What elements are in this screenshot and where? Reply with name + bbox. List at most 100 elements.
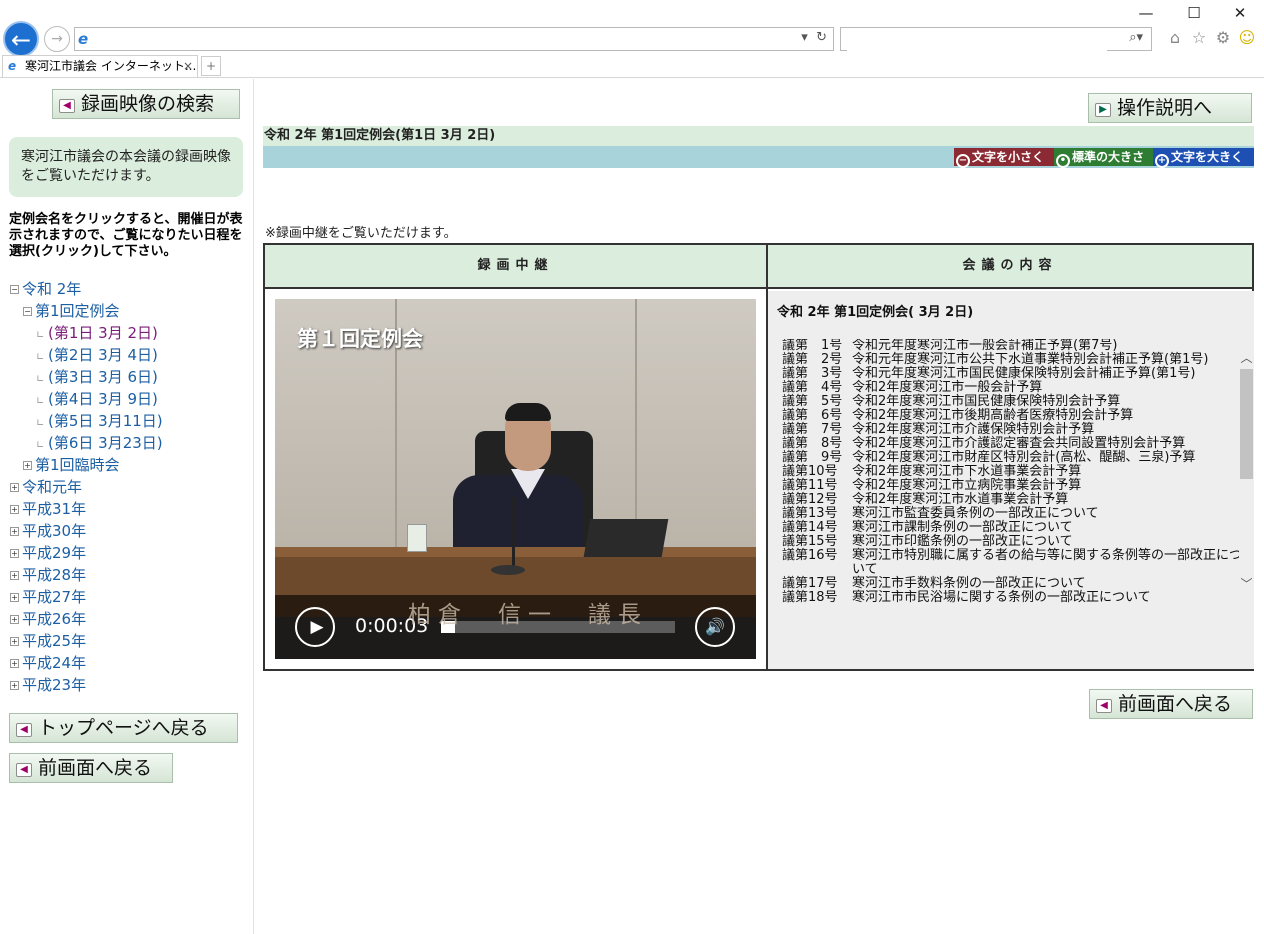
top-page-button[interactable]: ◀ トップページへ戻る — [9, 713, 238, 743]
minimize-icon[interactable]: — — [1128, 4, 1164, 22]
agenda-number: 議第10号 — [782, 464, 838, 479]
tree-item-label[interactable]: (第5日 3月11日) — [48, 412, 163, 430]
tree-item[interactable]: ∟ (第2日 3月 4日) — [10, 344, 163, 366]
tree-item[interactable]: + 平成27年 — [10, 586, 163, 608]
play-button[interactable]: ▶ — [295, 607, 335, 647]
left-back-button[interactable]: ◀ 前画面へ戻る — [9, 753, 173, 783]
tree-item[interactable]: + 平成30年 — [10, 520, 163, 542]
browser-tab[interactable]: e 寒河江市議会 インターネット... × — [2, 55, 198, 77]
address-bar[interactable]: e ▾ ↻ — [74, 27, 834, 51]
collapse-icon[interactable]: − — [23, 307, 32, 316]
search-input[interactable] — [847, 28, 1107, 51]
agenda-number: 議第11号 — [782, 478, 838, 493]
refresh-icon[interactable]: ↻ — [816, 30, 827, 45]
search-box[interactable]: ⌕▾ — [840, 27, 1152, 51]
tree-item-label[interactable]: (第4日 3月 9日) — [48, 390, 158, 408]
agenda-scrollbar[interactable]: ︿ ﹀ — [1239, 339, 1254, 605]
back-button[interactable]: ← — [3, 21, 39, 57]
scroll-up-icon[interactable]: ︿ — [1239, 351, 1254, 365]
tree-item-label[interactable]: 第1回定例会 — [35, 302, 120, 320]
tree-item-label[interactable]: 平成26年 — [22, 610, 86, 628]
expand-icon[interactable]: + — [10, 659, 19, 668]
tree-item[interactable]: ∟ (第5日 3月11日) — [10, 410, 163, 432]
tree-item[interactable]: + 平成31年 — [10, 498, 163, 520]
tree-item-label[interactable]: 平成23年 — [22, 676, 86, 694]
tree-item-label[interactable]: 平成30年 — [22, 522, 86, 540]
font-normal-button[interactable]: • 標準の大きさ — [1054, 148, 1153, 168]
help-button[interactable]: ▶ 操作説明へ — [1088, 93, 1252, 123]
agenda-number: 議第 8号 — [782, 436, 843, 451]
close-window-icon[interactable]: ✕ — [1222, 4, 1258, 22]
tree-item-label[interactable]: 令和 2年 — [22, 280, 81, 298]
tree-item-label[interactable]: 平成28年 — [22, 566, 86, 584]
agenda-number: 議第 1号 — [782, 339, 843, 353]
tree-item[interactable]: + 平成28年 — [10, 564, 163, 586]
agenda-text: 寒河江市特別職に属する者の給与等に関する条例等の一部改正について — [852, 548, 1243, 577]
tree-item[interactable]: ∟ (第6日 3月23日) — [10, 432, 163, 454]
tree-item[interactable]: + 平成25年 — [10, 630, 163, 652]
ie-logo-icon: e — [8, 59, 17, 73]
agenda-list[interactable]: 議第 1号 令和元年度寒河江市一般会計補正予算(第7号) 議第 2号 令和元年度寒河江… — [782, 339, 1252, 621]
scroll-thumb[interactable] — [1240, 369, 1253, 479]
tree-item-label[interactable]: 第1回臨時会 — [35, 456, 120, 474]
scroll-down-icon[interactable]: ﹀ — [1239, 577, 1254, 591]
tree-item[interactable]: − 令和 2年 — [10, 278, 163, 300]
settings-gear-icon[interactable]: ⚙ — [1212, 28, 1234, 47]
tree-item[interactable]: + 令和元年 — [10, 476, 163, 498]
tree-item-label[interactable]: 令和元年 — [22, 478, 82, 496]
tree-item-label[interactable]: (第2日 3月 4日) — [48, 346, 158, 364]
close-tab-icon[interactable]: × — [183, 56, 193, 77]
tree-item[interactable]: + 平成24年 — [10, 652, 163, 674]
tree-item-label[interactable]: (第1日 3月 2日) — [48, 324, 158, 342]
tree-item[interactable]: + 平成23年 — [10, 674, 163, 696]
tree-item-label[interactable]: 平成24年 — [22, 654, 86, 672]
dropdown-arrow-icon[interactable]: ▾ — [801, 30, 808, 45]
expand-icon[interactable]: + — [10, 505, 19, 514]
expand-icon[interactable]: + — [10, 527, 19, 536]
tree-item-label[interactable]: 平成27年 — [22, 588, 86, 606]
volume-button[interactable]: 🔊 — [695, 607, 735, 647]
maximize-icon[interactable]: ☐ — [1176, 4, 1212, 22]
right-back-button[interactable]: ◀ 前画面へ戻る — [1089, 689, 1253, 719]
smiley-feedback-icon[interactable]: ☺ — [1236, 28, 1258, 47]
home-icon[interactable]: ⌂ — [1164, 28, 1186, 47]
expand-icon[interactable]: + — [10, 549, 19, 558]
favorites-star-icon[interactable]: ☆ — [1188, 28, 1210, 47]
expand-icon[interactable]: + — [10, 637, 19, 646]
tree-item-label[interactable]: (第6日 3月23日) — [48, 434, 163, 452]
tree-item[interactable]: ∟ (第4日 3月 9日) — [10, 388, 163, 410]
font-large-button[interactable]: + 文字を大きく — [1153, 148, 1254, 168]
video-player[interactable]: 第１回定例会 ▶ 0:00:03 🔊 柏倉 信一 議長 — [275, 299, 756, 659]
tree-item[interactable]: − 第1回定例会 — [10, 300, 163, 322]
tree-item-label[interactable]: (第3日 3月 6日) — [48, 368, 158, 386]
font-small-button[interactable]: − 文字を小さく — [954, 148, 1054, 168]
agenda-text: 令和2年度寒河江市下水道事業会計予算 — [852, 464, 1082, 479]
tree-item-label[interactable]: 平成29年 — [22, 544, 86, 562]
right-back-label: 前画面へ戻る — [1118, 693, 1233, 715]
tree-item[interactable]: + 平成26年 — [10, 608, 163, 630]
top-page-label: トップページへ戻る — [38, 717, 209, 739]
forward-button[interactable]: → — [44, 26, 70, 52]
tree-item-label[interactable]: 平成31年 — [22, 500, 86, 518]
tree-item[interactable]: ∟ (第1日 3月 2日) — [10, 322, 163, 344]
expand-icon[interactable]: + — [10, 483, 19, 492]
expand-icon[interactable]: + — [10, 681, 19, 690]
tree-item[interactable]: ∟ (第3日 3月 6日) — [10, 366, 163, 388]
instruction-notice: 定例会名をクリックすると、開催日が表示されますので、ご覧になりたい日程を選択(ク… — [9, 212, 243, 259]
tree-item-label[interactable]: 平成25年 — [22, 632, 86, 650]
recording-search-button[interactable]: ◀ 録画映像の検索 — [52, 89, 240, 119]
minus-circle-icon: − — [956, 154, 970, 168]
new-tab-button[interactable]: + — [201, 56, 221, 76]
wall-panel-line — [635, 299, 637, 554]
expand-icon[interactable]: + — [10, 571, 19, 580]
font-large-label: 文字を大きく — [1171, 150, 1244, 164]
expand-icon[interactable]: + — [10, 593, 19, 602]
agenda-text: 令和2年度寒河江市介護認定審査会共同設置特別会計予算 — [852, 436, 1186, 451]
collapse-icon[interactable]: − — [10, 285, 19, 294]
microphone — [512, 497, 515, 569]
expand-icon[interactable]: + — [10, 615, 19, 624]
tree-item[interactable]: + 第1回臨時会 — [10, 454, 163, 476]
tree-item[interactable]: + 平成29年 — [10, 542, 163, 564]
expand-icon[interactable]: + — [23, 461, 32, 470]
search-icon[interactable]: ⌕▾ — [1129, 30, 1143, 45]
